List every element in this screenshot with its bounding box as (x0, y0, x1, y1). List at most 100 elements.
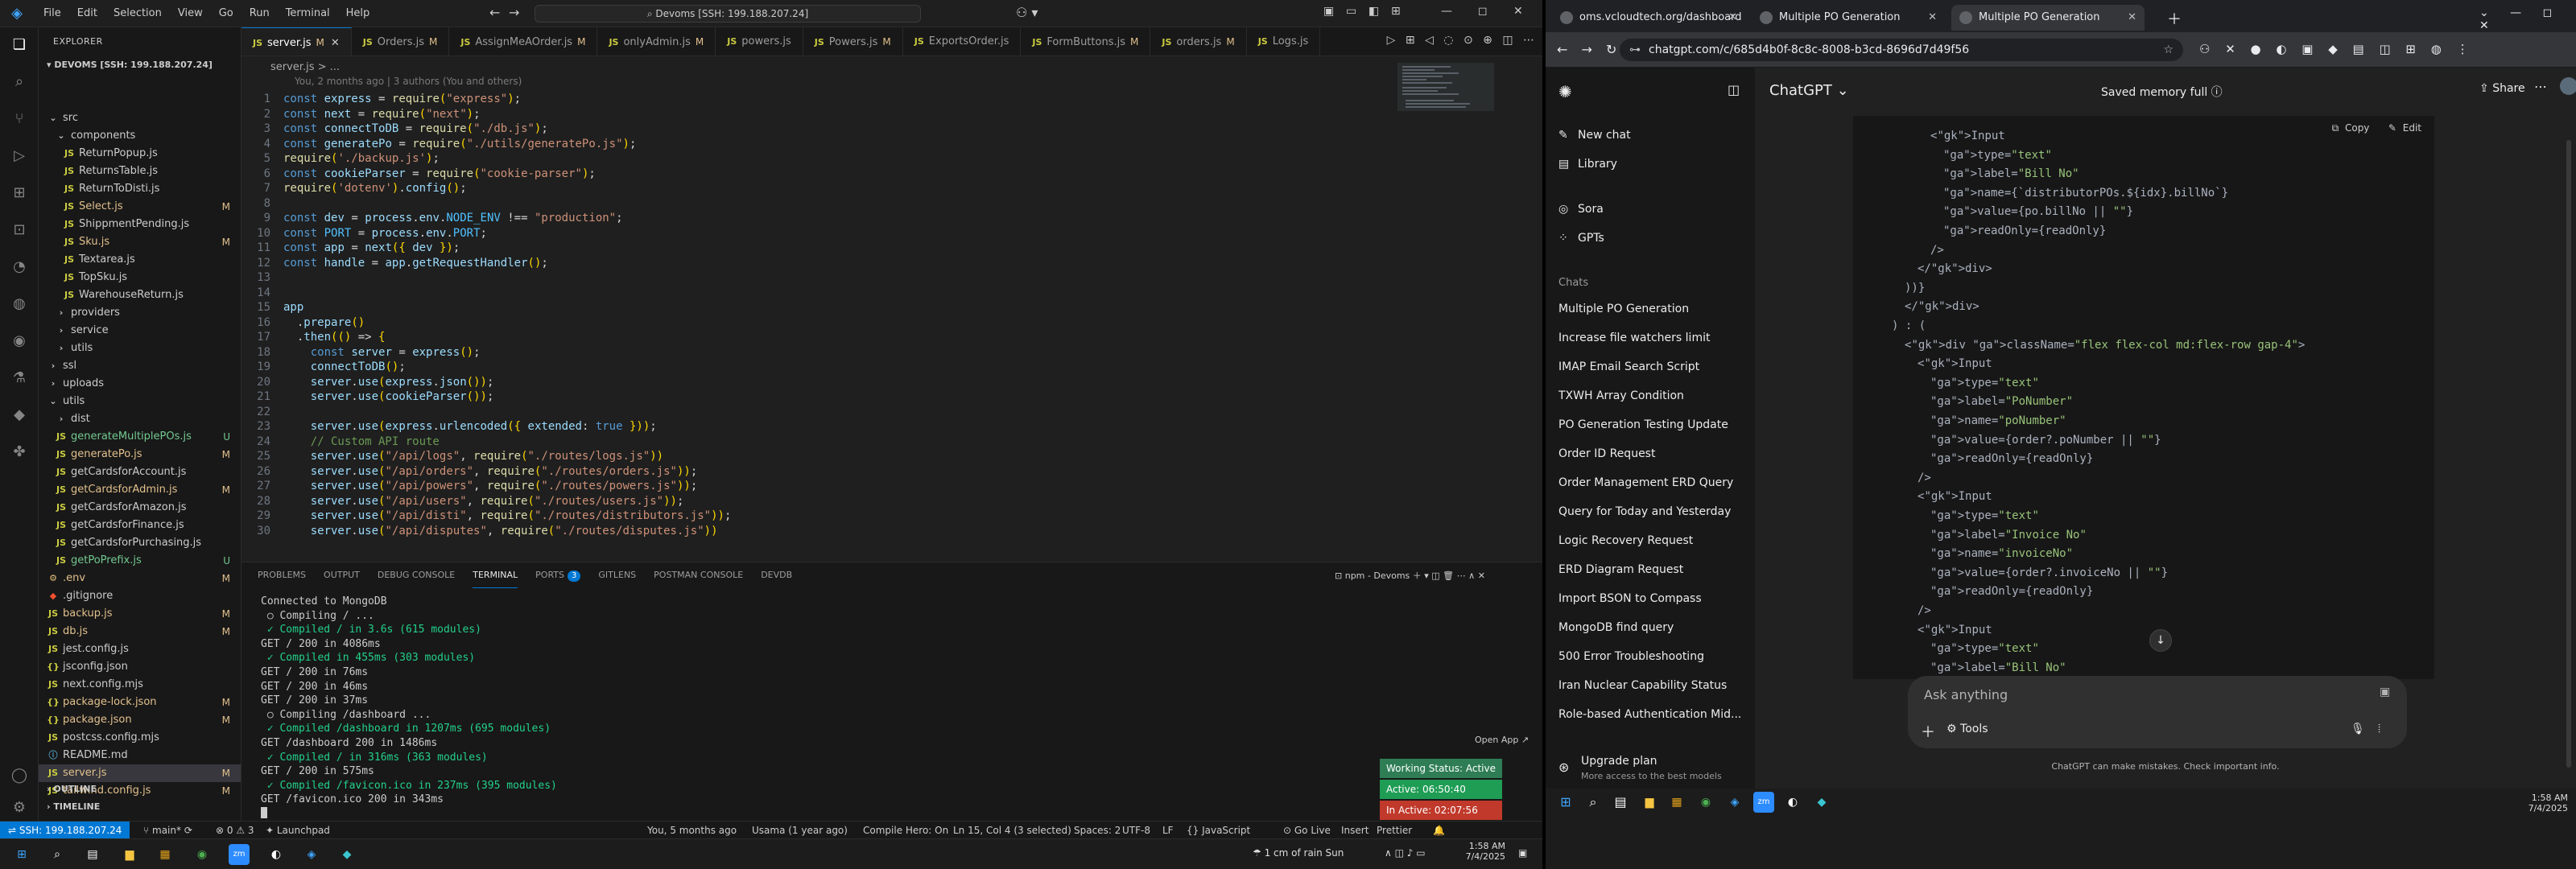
command-center-search[interactable]: ⌕ Devoms [SSH: 199.188.207.24] (535, 5, 921, 23)
store-icon-right[interactable]: ▦ (1666, 792, 1687, 813)
editor-tab[interactable]: JS AssignMeAOrder.js M (449, 27, 598, 56)
encoding-indicator[interactable]: UTF-8 (1122, 822, 1150, 839)
chat-history-item[interactable]: TXWH Array Condition (1558, 389, 1744, 402)
panel-tab-devdb[interactable]: DEVDB (761, 562, 792, 588)
zoom-icon[interactable]: zm (229, 844, 250, 865)
share-button[interactable]: ⇪ Share (2479, 82, 2525, 95)
tree-item[interactable]: {} package-lock.json M (39, 694, 241, 711)
compile-hero-indicator[interactable]: Compile Hero: On (863, 822, 948, 839)
chat-history-item[interactable]: MongoDB find query (1558, 621, 1744, 634)
app2-icon[interactable]: ◆ (336, 844, 357, 865)
tree-item[interactable]: {} jsconfig.json (39, 658, 241, 676)
panel-tab-ports[interactable]: PORTS 3 (535, 562, 581, 588)
toggle-sidebar-icon[interactable]: ◫ (1728, 82, 1740, 97)
run-debug-icon[interactable]: ▷ (10, 146, 29, 166)
tree-item[interactable]: JS db.js M (39, 623, 241, 640)
notification-center-icon[interactable]: ▣ (1518, 847, 1527, 859)
tree-item[interactable]: JS getCardsforAdmin.js M (39, 481, 241, 499)
address-bar[interactable]: ⊶ chatgpt.com/c/685d4b0f-8c8c-8008-b3cd-… (1620, 39, 2183, 61)
tree-item[interactable]: ⌄ utils (39, 393, 241, 410)
taskbar-search-icon-right[interactable]: ⌕ (1583, 792, 1604, 813)
taskbar-search-icon[interactable]: ⌕ (47, 844, 68, 865)
chrome-taskbar-icon-right[interactable]: ◉ (1695, 792, 1716, 813)
tree-item[interactable]: JS getPoPrefix.js U (39, 552, 241, 570)
upgrade-plan-button[interactable]: ⊛ Upgrade plan More access to the best m… (1554, 752, 1747, 792)
editor-tab[interactable]: JS Logs.js (1247, 27, 1321, 56)
tree-item[interactable]: JS Textarea.js (39, 251, 241, 269)
layout-toggle-icon[interactable]: ▣ (1323, 5, 1334, 18)
launchpad-indicator[interactable]: ✦ Launchpad (266, 822, 330, 839)
prompt-box[interactable]: Ask anything ▣ ＋ ⚙ Tools 🎙 ⦙ (1908, 676, 2407, 748)
menu-selection[interactable]: Selection (105, 7, 170, 19)
open-app-link[interactable]: Open App ↗ (1475, 735, 1529, 745)
copy-button[interactable]: ⧉ Copy (2332, 122, 2370, 134)
memory-status[interactable]: Saved memory full ⓘ (2101, 84, 2223, 100)
tree-item[interactable]: JS postcss.config.mjs (39, 729, 241, 747)
chat-history-item[interactable]: Query for Today and Yesterday (1558, 505, 1744, 518)
close-tab-icon[interactable]: ✕ (1728, 5, 1737, 31)
sidebar-item-new-chat[interactable]: ✎ New chat (1558, 129, 1631, 142)
close-tab-icon[interactable]: ✕ (1928, 5, 1937, 31)
extensions-icon[interactable]: ⊞ (10, 183, 29, 203)
tree-item[interactable]: JS getCardsforPurchasing.js (39, 534, 241, 552)
tree-item[interactable]: › uploads (39, 375, 241, 393)
tree-item[interactable]: JS Select.js M (39, 198, 241, 216)
edit-button[interactable]: ✎ Edit (2388, 122, 2421, 134)
tools-button[interactable]: ⚙ Tools (1946, 723, 1988, 735)
docker-icon[interactable]: ◆ (10, 406, 29, 425)
menu-help[interactable]: Help (338, 7, 378, 19)
browser-tab[interactable]: oms.vcloudtech.org/dashboard ✕ (1552, 5, 1745, 31)
vscode-taskbar-icon-right[interactable]: ◈ (1724, 792, 1745, 813)
chat-history-item[interactable]: Increase file watchers limit (1558, 332, 1744, 344)
menu-file[interactable]: File (35, 7, 69, 19)
timeline-section[interactable]: › TIMELINE (47, 801, 100, 812)
chat-history-item[interactable]: Import BSON to Compass (1558, 592, 1744, 605)
back-arrow-icon[interactable]: ← (489, 5, 500, 20)
outline-section[interactable]: › OUTLINE (47, 784, 97, 794)
extensions-toolbar-icons[interactable]: ⚇ ✕ ● ◐ ▣ ◆ ▤ ◫ ⊞ ◍ ⋮ (2199, 42, 2469, 56)
microphone-icon[interactable]: 🎙 (2351, 723, 2365, 735)
editor-tab[interactable]: JS Orders.js M (352, 27, 450, 56)
chrome-taskbar-icon[interactable]: ◉ (192, 844, 213, 865)
chat-history-item[interactable]: Order Management ERD Query (1558, 476, 1744, 489)
user-avatar[interactable] (2560, 77, 2576, 95)
layout-panel-icon[interactable]: ▭ (1346, 5, 1356, 18)
tree-item[interactable]: ◆ .gitignore (39, 587, 241, 605)
tree-item[interactable]: JS Sku.js M (39, 233, 241, 251)
menu-view[interactable]: View (170, 7, 211, 19)
python-icon[interactable]: ✤ (10, 443, 29, 462)
search-icon[interactable]: ⌕ (10, 72, 29, 92)
menu-run[interactable]: Run (242, 7, 278, 19)
testing-icon[interactable]: ⚗ (10, 369, 29, 388)
tree-item[interactable]: JS next.config.mjs (39, 676, 241, 694)
tree-item[interactable]: › providers (39, 304, 241, 322)
tree-item[interactable]: JS WarehouseReturn.js (39, 286, 241, 304)
chat-history-item[interactable]: IMAP Email Search Script (1558, 360, 1744, 373)
task-view-icon-right[interactable]: ▤ (1610, 792, 1631, 813)
chrome-window-controls[interactable]: ⌄ — ◻ ✕ (2479, 6, 2576, 32)
tree-item[interactable]: JS ReturnToDisti.js (39, 180, 241, 198)
attach-extension-icon[interactable]: ▣ (2380, 686, 2390, 698)
menu-go[interactable]: Go (211, 7, 242, 19)
source-control-icon[interactable]: ⑂ (10, 109, 29, 129)
tray-icons[interactable]: ∧ ◫ ♪ ▭ (1385, 847, 1426, 859)
chat-history-item[interactable]: Role-based Authentication Mid... (1558, 708, 1744, 721)
settings-gear-icon[interactable]: ⚙ (10, 798, 29, 818)
sidebar-item-library[interactable]: ▤ Library (1558, 158, 1617, 171)
cursor-position[interactable]: Ln 15, Col 4 (3 selected) (953, 822, 1071, 839)
editor-tab[interactable]: JS onlyAdmin.js M (597, 27, 716, 56)
panel-tab-output[interactable]: OUTPUT (324, 562, 360, 588)
go-live-indicator[interactable]: ⊙ Go Live (1283, 822, 1331, 839)
account-icon[interactable]: ◯ (10, 766, 29, 785)
sidebar-item-gpts[interactable]: ⁘ GPTs (1558, 232, 1604, 245)
tree-item[interactable]: JS backup.js M (39, 605, 241, 623)
tree-item[interactable]: ⌄ src (39, 109, 241, 127)
workspace-title[interactable]: ▾ DEVOMS [SSH: 199.188.207.24] (47, 60, 213, 70)
layout-sidebar-icon[interactable]: ◧ (1368, 5, 1379, 18)
scroll-down-button[interactable]: ↓ (2149, 629, 2172, 652)
file-explorer-icon-right[interactable]: ▆ (1639, 792, 1660, 813)
language-indicator[interactable]: {} JavaScript (1187, 822, 1250, 839)
remote-indicator[interactable]: ⇌ SSH: 199.188.207.24 (0, 822, 130, 839)
maximize-icon[interactable]: ◻ (1478, 5, 1488, 18)
explorer-icon[interactable]: ❏ (10, 35, 29, 55)
